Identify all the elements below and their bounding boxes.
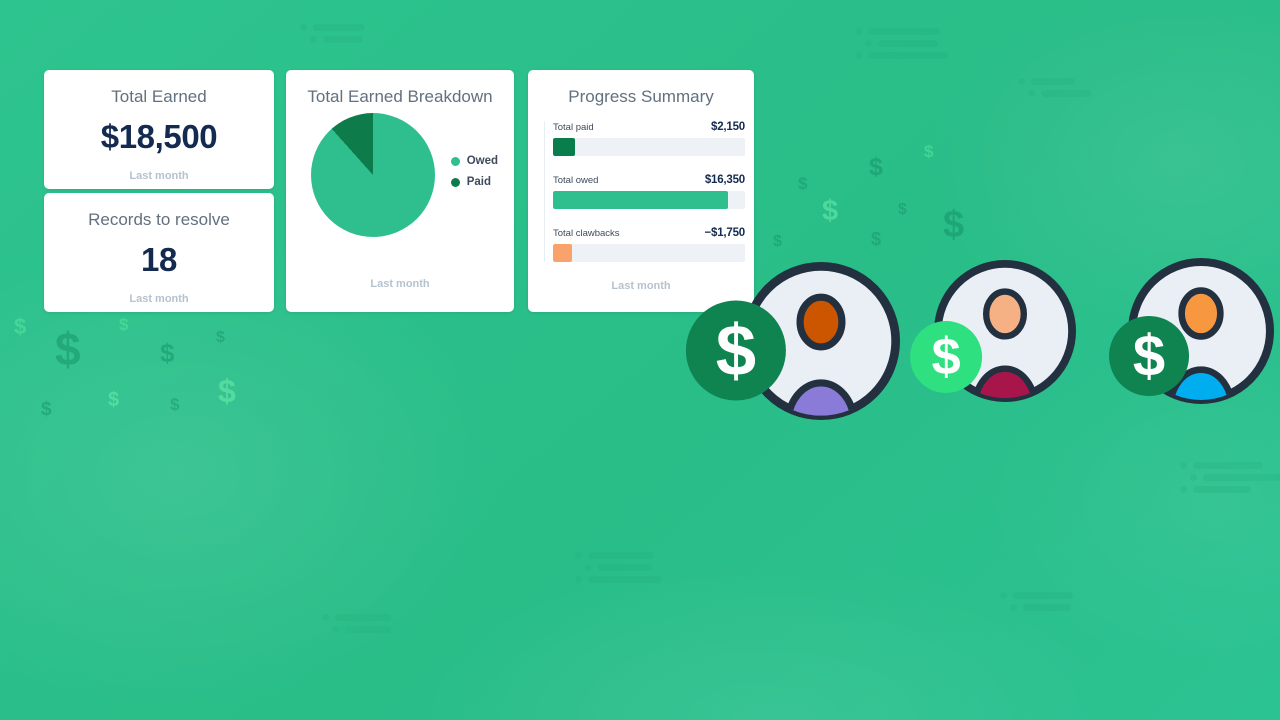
dollar-sign-icon: $ bbox=[798, 174, 808, 193]
ghost-placeholder bbox=[322, 614, 391, 638]
progress-row: Total paid $2,150 bbox=[553, 121, 745, 156]
legend-label: Paid bbox=[466, 176, 491, 188]
progress-row-label: Total paid bbox=[553, 122, 594, 133]
dollar-sign-icon: $ bbox=[119, 315, 129, 334]
svg-text:$: $ bbox=[932, 328, 961, 386]
pie-chart-legend: Owed Paid bbox=[450, 155, 498, 188]
dollar-sign-icon: $ bbox=[41, 399, 52, 420]
dollar-sign-icon: $ bbox=[822, 195, 839, 227]
card-progress-title: Progress Summary bbox=[568, 87, 714, 106]
progress-bar-track bbox=[553, 244, 745, 262]
legend-swatch-icon bbox=[450, 177, 460, 187]
svg-text:$: $ bbox=[716, 310, 756, 391]
avatar-person-1: $ bbox=[682, 262, 900, 460]
dollar-sign-icon: $ bbox=[108, 389, 120, 411]
ghost-placeholder bbox=[1000, 592, 1073, 616]
avatar-person-3: $ bbox=[1068, 258, 1274, 444]
ghost-placeholder bbox=[855, 28, 948, 64]
progress-bar-fill bbox=[553, 138, 576, 156]
legend-swatch-icon bbox=[450, 156, 460, 166]
svg-text:$: $ bbox=[1133, 324, 1165, 389]
card-total-earned-title: Total Earned bbox=[111, 87, 207, 106]
progress-row: Total clawbacks −$1,750 bbox=[553, 227, 745, 262]
dollar-sign-icon: $ bbox=[160, 338, 175, 368]
legend-label: Owed bbox=[466, 155, 498, 167]
card-total-earned-value: $18,500 bbox=[100, 118, 218, 155]
card-total-earned: Total Earned $18,500 Last month bbox=[44, 70, 274, 189]
progress-row: Total owed $16,350 bbox=[553, 174, 745, 209]
progress-row-label: Total owed bbox=[553, 175, 599, 186]
dollar-sign-icon: $ bbox=[924, 142, 934, 161]
dollar-sign-icon: $ bbox=[216, 329, 225, 346]
progress-row-label: Total clawbacks bbox=[553, 228, 620, 239]
progress-bar-fill bbox=[553, 191, 728, 209]
ghost-placeholder bbox=[1180, 462, 1280, 498]
dollar-sign-icon: $ bbox=[14, 314, 27, 339]
card-records-footer: Last month bbox=[129, 293, 189, 305]
progress-bar-track bbox=[553, 138, 745, 156]
progress-bar-fill bbox=[553, 244, 573, 262]
card-total-earned-breakdown: Total Earned Breakdown Owed Paid Last mon… bbox=[286, 70, 514, 312]
progress-row-amount: $2,150 bbox=[711, 121, 745, 133]
dollar-sign-icon: $ bbox=[773, 233, 782, 250]
card-records-to-resolve: Records to resolve 18 Last month bbox=[44, 193, 274, 312]
pie-chart bbox=[311, 113, 435, 237]
progress-row-amount: $16,350 bbox=[704, 174, 745, 186]
dollar-sign-icon: $ bbox=[869, 153, 883, 181]
ghost-placeholder bbox=[1018, 78, 1091, 102]
dollar-sign-icon: $ bbox=[871, 229, 882, 249]
legend-item-owed[interactable]: Owed bbox=[450, 155, 498, 167]
avatar-illustration: $ bbox=[1109, 258, 1274, 404]
avatar-illustration: $ bbox=[685, 262, 900, 420]
legend-item-paid[interactable]: Paid bbox=[450, 176, 498, 188]
dollar-sign-icon: $ bbox=[55, 323, 81, 375]
progress-summary-list: Total paid $2,150 Total owed $16,350 Total c… bbox=[544, 121, 754, 262]
card-records-title: Records to resolve bbox=[88, 210, 230, 229]
dollar-sign-icon: $ bbox=[218, 373, 236, 409]
card-breakdown-footer: Last month bbox=[370, 278, 430, 290]
dollar-sign-icon: $ bbox=[898, 201, 907, 218]
ghost-placeholder bbox=[575, 552, 662, 588]
avatar-illustration: $ bbox=[910, 260, 1076, 402]
progress-row-amount: −$1,750 bbox=[704, 227, 746, 239]
card-total-earned-footer: Last month bbox=[129, 170, 189, 182]
dollar-sign-icon: $ bbox=[170, 395, 180, 414]
dollar-sign-icon: $ bbox=[943, 204, 965, 246]
pie-chart-area: Owed Paid bbox=[286, 111, 514, 261]
ghost-placeholder bbox=[300, 24, 365, 48]
progress-bar-track bbox=[553, 191, 745, 209]
avatar-person-2: $ bbox=[874, 260, 1076, 442]
card-records-value: 18 bbox=[141, 241, 177, 278]
card-breakdown-title: Total Earned Breakdown bbox=[307, 87, 493, 106]
